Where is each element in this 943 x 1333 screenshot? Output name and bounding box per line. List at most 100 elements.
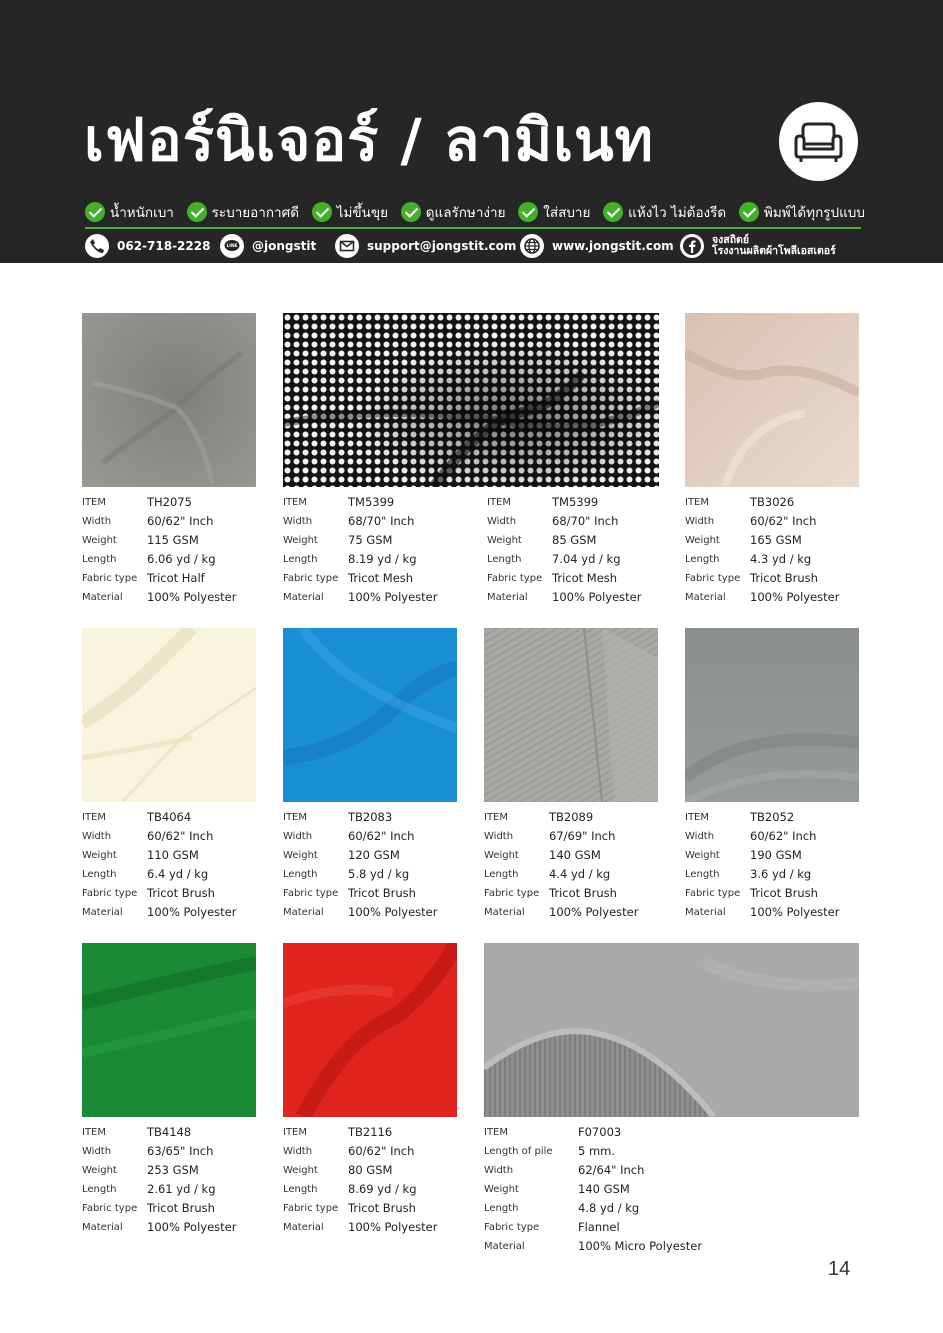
spec-row: ITEM TM5399 <box>283 493 473 512</box>
spec-label: Weight <box>487 535 522 546</box>
spec-value: TB2083 <box>348 810 393 824</box>
spec-value: Tricot Mesh <box>348 571 414 585</box>
spec-label: Length <box>82 554 117 565</box>
spec-value: 60/62" Inch <box>750 514 817 528</box>
spec-row: Length of pile 5 mm. <box>484 1142 744 1161</box>
feature-item: ใส่สบาย <box>518 201 590 223</box>
spec-label: Length <box>487 554 522 565</box>
spec-row: Weight 165 GSM <box>685 531 859 550</box>
contact-bar: 062-718-2228 LINE @jongstit support@jong… <box>85 233 865 259</box>
spec-label: Weight <box>82 850 117 861</box>
spec-value: 253 GSM <box>147 1163 199 1177</box>
spec-value: Tricot Brush <box>750 571 818 585</box>
spec-row: Fabric type Tricot Brush <box>82 884 256 903</box>
spec-row: Width 67/69" Inch <box>484 827 658 846</box>
feature-item: แห้งไว ไม่ต้องรีด <box>603 201 726 223</box>
spec-label: Fabric type <box>484 888 540 899</box>
spec-label: Length of pile <box>484 1146 553 1157</box>
spec-label: ITEM <box>82 1127 107 1138</box>
spec-value: TB2116 <box>348 1125 393 1139</box>
spec-label: Width <box>484 831 514 842</box>
spec-value: 60/62" Inch <box>348 1144 415 1158</box>
spec-row: Weight 115 GSM <box>82 531 256 550</box>
spec-label: ITEM <box>82 812 107 823</box>
spec-label: Fabric type <box>82 1203 138 1214</box>
feature-label: พิมพ์ได้ทุกรูปแบบ <box>763 205 865 221</box>
spec-label: Weight <box>283 535 318 546</box>
spec-label: ITEM <box>685 497 710 508</box>
spec-value: 3.6 yd / kg <box>750 867 812 881</box>
spec-value: F07003 <box>578 1125 622 1139</box>
spec-value: 4.8 yd / kg <box>578 1201 640 1215</box>
spec-label: Width <box>487 516 517 527</box>
spec-value: Tricot Mesh <box>552 571 618 585</box>
spec-row: Width 60/62" Inch <box>82 827 256 846</box>
phone-number: 062-718-2228 <box>117 239 211 253</box>
spec-value: 62/64" Inch <box>578 1163 645 1177</box>
spec-label: ITEM <box>283 1127 308 1138</box>
spec-value: 120 GSM <box>348 848 400 862</box>
spec-value: 100% Polyester <box>348 590 438 604</box>
spec-row: Material 100% Polyester <box>685 903 859 922</box>
spec-row: Weight 253 GSM <box>82 1161 256 1180</box>
fabric-swatch-image <box>484 628 658 802</box>
contact-email[interactable]: support@jongstit.com <box>335 233 516 259</box>
spec-row: Material 100% Polyester <box>283 588 473 607</box>
facebook-page-name: จงสถิตย์ โรงงานผลิตผ้าโพลีเอสเตอร์ <box>712 235 836 257</box>
fabric-swatch-image <box>484 943 859 1117</box>
spec-label: Material <box>82 1222 123 1233</box>
spec-value: 190 GSM <box>750 848 802 862</box>
spec-label: Fabric type <box>82 888 138 899</box>
spec-value: 8.69 yd / kg <box>348 1182 417 1196</box>
spec-label: ITEM <box>685 812 710 823</box>
spec-row: ITEM TB2116 <box>283 1123 457 1142</box>
feature-item: ระบายอากาศดี <box>186 201 299 223</box>
spec-value: 4.4 yd / kg <box>549 867 611 881</box>
contact-phone[interactable]: 062-718-2228 <box>85 233 210 259</box>
feature-label: ไม่ขึ้นขุย <box>336 205 389 221</box>
spec-value: 7.04 yd / kg <box>552 552 621 566</box>
spec-value: 100% Polyester <box>552 590 642 604</box>
spec-row: Weight 85 GSM <box>487 531 659 550</box>
spec-row: Material 100% Polyester <box>484 903 658 922</box>
feature-label: ใส่สบาย <box>543 205 591 221</box>
spec-label: Weight <box>685 850 720 861</box>
checkmark-icon <box>311 202 332 222</box>
spec-row: Weight 75 GSM <box>283 531 473 550</box>
spec-row: Width 60/62" Inch <box>283 827 457 846</box>
product-specs: ITEM TB2089 Width 67/69" Inch Weight 140 GS… <box>484 808 658 922</box>
spec-label: Fabric type <box>685 573 741 584</box>
spec-value: TB3026 <box>750 495 795 509</box>
spec-row: Width 62/64" Inch <box>484 1161 744 1180</box>
spec-value: Tricot Brush <box>348 886 416 900</box>
spec-value: 100% Polyester <box>147 1220 237 1234</box>
spec-label: Material <box>487 592 528 603</box>
spec-row: Length 6.4 yd / kg <box>82 865 256 884</box>
spec-label: Material <box>685 592 726 603</box>
spec-value: 2.61 yd / kg <box>147 1182 216 1196</box>
contact-facebook[interactable]: จงสถิตย์ โรงงานผลิตผ้าโพลีเอสเตอร์ <box>680 233 836 259</box>
spec-row: Fabric type Tricot Brush <box>484 884 658 903</box>
contact-website[interactable]: www.jongstit.com <box>520 233 674 259</box>
spec-label: Width <box>484 1165 514 1176</box>
page-title: เฟอร์นิเจอร์ / ลามิเนท <box>84 106 654 174</box>
spec-row: Weight 140 GSM <box>484 1180 744 1199</box>
contact-line[interactable]: LINE @jongstit <box>220 233 316 259</box>
spec-row: Material 100% Polyester <box>82 1218 256 1237</box>
spec-value: 8.19 yd / kg <box>348 552 417 566</box>
spec-label: Length <box>283 1184 318 1195</box>
spec-value: Tricot Brush <box>348 1201 416 1215</box>
spec-value: TM5399 <box>348 495 395 509</box>
header-banner: เฟอร์นิเจอร์ / ลามิเนท น้ำหนักเบา ระบายอ… <box>0 0 943 263</box>
fabric-swatch-image <box>82 943 256 1117</box>
line-app-icon: LINE <box>220 234 244 258</box>
spec-row: Weight 80 GSM <box>283 1161 457 1180</box>
checkmark-icon <box>186 202 207 222</box>
spec-label: Width <box>82 831 112 842</box>
spec-label: ITEM <box>484 1127 509 1138</box>
spec-value: 100% Polyester <box>147 590 237 604</box>
spec-label: ITEM <box>283 812 308 823</box>
spec-row: Length 8.19 yd / kg <box>283 550 473 569</box>
spec-row: ITEM TB2083 <box>283 808 457 827</box>
spec-row: Material 100% Polyester <box>283 903 457 922</box>
